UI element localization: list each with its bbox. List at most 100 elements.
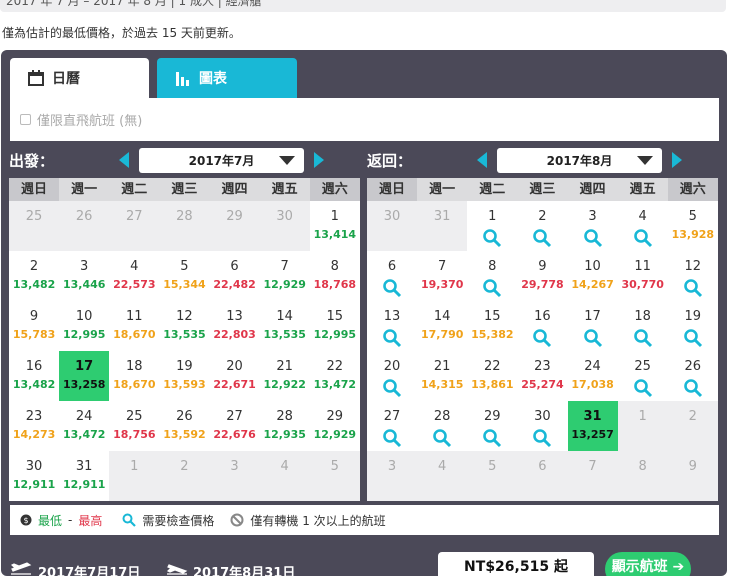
- calendar-day[interactable]: 19: [667, 301, 718, 351]
- calendar-day[interactable]: 29 12,929: [309, 401, 360, 451]
- calendar-day[interactable]: 18 18,670: [109, 351, 160, 401]
- calendar-day[interactable]: 14 17,790: [417, 301, 468, 351]
- calendar-day[interactable]: 7 12,929: [259, 251, 310, 301]
- depart-month-value: 2017年7月: [188, 154, 255, 168]
- calendar-day[interactable]: 1: [467, 201, 518, 251]
- calendar-day[interactable]: 30 12,911: [9, 451, 60, 501]
- calendar-day[interactable]: 26: [667, 351, 718, 401]
- calendar-day[interactable]: 21 14,315: [417, 351, 468, 401]
- calendar-day[interactable]: 4: [617, 201, 668, 251]
- calendar-day[interactable]: 6 22,482: [209, 251, 260, 301]
- search-icon[interactable]: [382, 428, 402, 448]
- calendar-day[interactable]: 30: [517, 401, 568, 451]
- calendar-day[interactable]: 31 13,257: [567, 401, 618, 451]
- direct-flight-filter[interactable]: 僅限直飛航班 (無): [10, 98, 719, 141]
- calendar-day[interactable]: 18: [617, 301, 668, 351]
- calendar-day[interactable]: 21 12,922: [259, 351, 310, 401]
- calendar-day[interactable]: 20 22,671: [209, 351, 260, 401]
- search-icon[interactable]: [583, 328, 603, 348]
- day-number: 4: [438, 459, 447, 474]
- calendar-day[interactable]: 15 15,382: [467, 301, 518, 351]
- calendar-day[interactable]: 6: [367, 251, 418, 301]
- depart-next-month-icon[interactable]: [314, 152, 324, 168]
- show-flights-button[interactable]: 顯示航班 ➔: [605, 552, 691, 576]
- search-icon[interactable]: [683, 328, 703, 348]
- search-icon[interactable]: [532, 328, 552, 348]
- calendar-day[interactable]: 12: [667, 251, 718, 301]
- search-icon[interactable]: [532, 428, 552, 448]
- search-icon[interactable]: [482, 428, 502, 448]
- calendar-day[interactable]: 15 12,995: [309, 301, 360, 351]
- calendar-day[interactable]: 8: [467, 251, 518, 301]
- calendar-day[interactable]: 25: [617, 351, 668, 401]
- calendar-day[interactable]: 10 14,267: [567, 251, 618, 301]
- calendar-day[interactable]: 23 25,274: [517, 351, 568, 401]
- calendar-day[interactable]: 1 13,414: [309, 201, 360, 251]
- return-prev-month-icon[interactable]: [477, 152, 487, 168]
- depart-prev-month-icon[interactable]: [119, 152, 129, 168]
- calendar-day[interactable]: 20: [367, 351, 418, 401]
- search-icon[interactable]: [382, 278, 402, 298]
- tab-calendar[interactable]: 日曆: [10, 58, 149, 98]
- calendar-day[interactable]: 31 12,911: [59, 451, 110, 501]
- calendar-day[interactable]: 23 14,273: [9, 401, 60, 451]
- calendar-day[interactable]: 17 13,258: [59, 351, 110, 401]
- return-next-month-icon[interactable]: [672, 152, 682, 168]
- day-number: 13: [226, 309, 243, 324]
- calendar-day[interactable]: 10 12,995: [59, 301, 110, 351]
- calendar-day: 31: [417, 201, 468, 251]
- calendar-day[interactable]: 14 13,535: [259, 301, 310, 351]
- calendar-day[interactable]: 22 13,861: [467, 351, 518, 401]
- search-icon[interactable]: [482, 278, 502, 298]
- calendar-day[interactable]: 16: [517, 301, 568, 351]
- calendar-day[interactable]: 26 13,592: [159, 401, 210, 451]
- calendar-day[interactable]: 12 13,535: [159, 301, 210, 351]
- calendar-day[interactable]: 27 22,676: [209, 401, 260, 451]
- calendar-day[interactable]: 13: [367, 301, 418, 351]
- calendar-day[interactable]: 17: [567, 301, 618, 351]
- search-icon[interactable]: [683, 278, 703, 298]
- search-icon[interactable]: [633, 378, 653, 398]
- calendar-day[interactable]: 2 13,482: [9, 251, 60, 301]
- calendar-day: 7: [567, 451, 618, 501]
- search-icon[interactable]: [382, 378, 402, 398]
- calendar-day[interactable]: 16 13,482: [9, 351, 60, 401]
- search-icon[interactable]: [532, 228, 552, 248]
- calendar-day[interactable]: 27: [367, 401, 418, 451]
- search-icon[interactable]: [683, 378, 703, 398]
- calendar-day[interactable]: 24 13,472: [59, 401, 110, 451]
- calendar-day[interactable]: 13 22,803: [209, 301, 260, 351]
- calendar-day[interactable]: 5 15,344: [159, 251, 210, 301]
- search-icon[interactable]: [633, 228, 653, 248]
- day-number: 5: [688, 209, 697, 224]
- direct-flight-checkbox[interactable]: [20, 114, 31, 125]
- calendar-day[interactable]: 11 18,670: [109, 301, 160, 351]
- search-icon[interactable]: [583, 228, 603, 248]
- no-entry-icon: [230, 513, 244, 527]
- calendar-day[interactable]: 28 12,935: [259, 401, 310, 451]
- search-icon[interactable]: [432, 428, 452, 448]
- calendar-day[interactable]: 3: [567, 201, 618, 251]
- calendar-day[interactable]: 29: [467, 401, 518, 451]
- calendar-day[interactable]: 11 30,770: [617, 251, 668, 301]
- tab-chart[interactable]: 圖表: [157, 58, 297, 98]
- calendar-day[interactable]: 22 13,472: [309, 351, 360, 401]
- return-month-select[interactable]: 2017年8月: [497, 148, 662, 173]
- calendar-day[interactable]: 9 29,778: [517, 251, 568, 301]
- search-icon[interactable]: [382, 328, 402, 348]
- calendar-day[interactable]: 5 13,928: [667, 201, 718, 251]
- calendar-day[interactable]: 24 17,038: [567, 351, 618, 401]
- calendar-day[interactable]: 28: [417, 401, 468, 451]
- calendar-day[interactable]: 7 19,370: [417, 251, 468, 301]
- calendar-day[interactable]: 4 22,573: [109, 251, 160, 301]
- calendar-day[interactable]: 19 13,593: [159, 351, 210, 401]
- search-icon[interactable]: [633, 328, 653, 348]
- calendar-day[interactable]: 3 13,446: [59, 251, 110, 301]
- calendar-day[interactable]: 9 15,783: [9, 301, 60, 351]
- calendar-day[interactable]: 2: [517, 201, 568, 251]
- depart-month-select[interactable]: 2017年7月: [139, 148, 304, 173]
- day-number: 9: [688, 459, 697, 474]
- calendar-day[interactable]: 25 18,756: [109, 401, 160, 451]
- search-icon[interactable]: [482, 228, 502, 248]
- calendar-day[interactable]: 8 18,768: [309, 251, 360, 301]
